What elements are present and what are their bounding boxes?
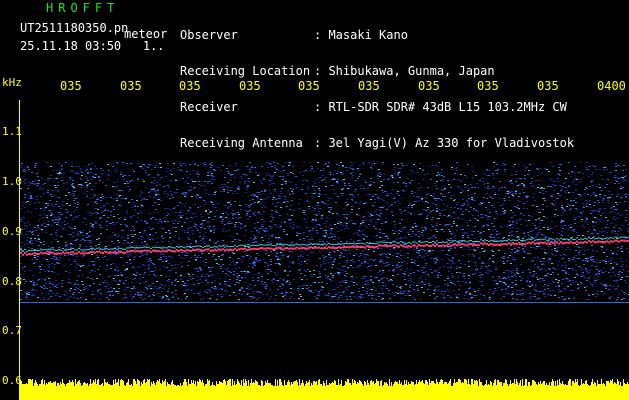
time-tick-label: 035 — [477, 79, 499, 93]
time-axis: 035 035 035 035 035 035 035 035 035 0400 — [0, 80, 629, 94]
time-tick-label: 035 — [60, 79, 82, 93]
app-logo: HROFFT — [46, 1, 120, 15]
spectrogram-plot — [20, 100, 629, 400]
filename-label: UT2511180350.pn — [20, 21, 129, 35]
time-tick-label: 035 — [239, 79, 261, 93]
time-tick-label: 035 — [358, 79, 380, 93]
time-tick-label: 0400 — [597, 79, 626, 93]
datetime-label: 25.11.18 03:50 1.. — [20, 40, 165, 52]
frame-counter: 1.. — [142, 39, 165, 53]
datetime-value: 25.11.18 03:50 — [20, 39, 122, 53]
location-value: : Shibukawa, Gunma, Japan — [314, 64, 495, 78]
time-tick-label: 035 — [418, 79, 440, 93]
location-label: Receiving Location — [180, 64, 311, 78]
lower-band-edge — [20, 302, 629, 303]
time-tick-label: 035 — [179, 79, 201, 93]
observer-value: : Masaki Kano — [314, 28, 408, 42]
waterfall-canvas — [20, 162, 629, 400]
observer-label: Observer — [180, 28, 238, 42]
time-tick-label: 035 — [120, 79, 142, 93]
noise-band — [20, 162, 629, 300]
power-bar — [20, 379, 629, 400]
time-tick-label: 035 — [537, 79, 559, 93]
spectrogram-window: HROFFT UT2511180350.pn meteor 25.11.18 0… — [0, 0, 629, 400]
time-tick-label: 035 — [298, 79, 320, 93]
